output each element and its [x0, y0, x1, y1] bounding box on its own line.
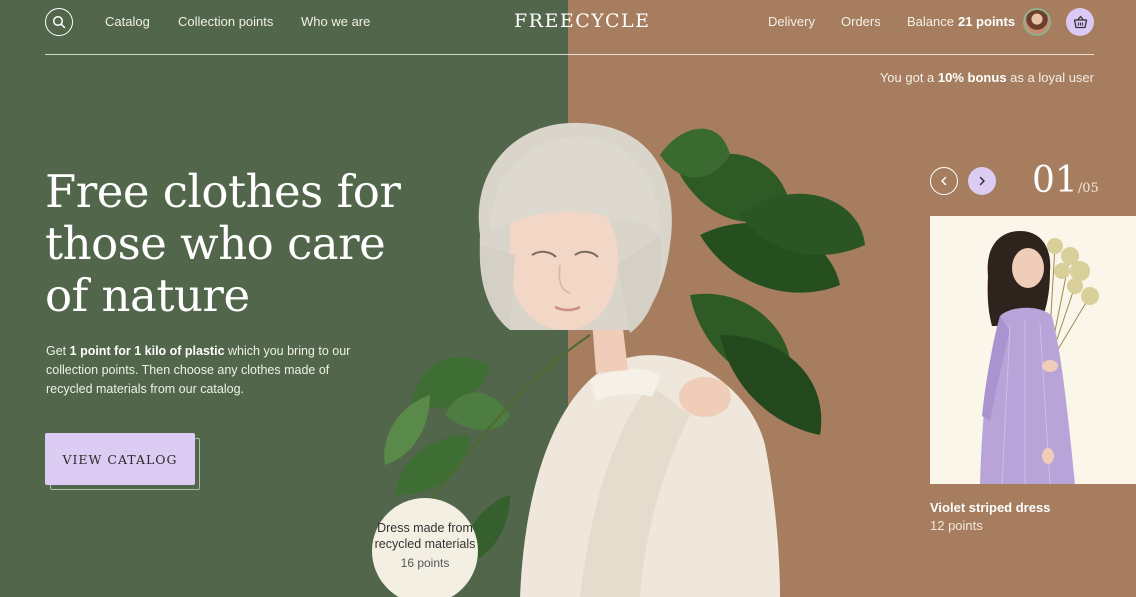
- chevron-left-icon: [941, 176, 947, 186]
- nav-link-who-we-are[interactable]: Who we are: [301, 14, 370, 29]
- product-points: 12 points: [930, 518, 983, 533]
- recycled-dress-badge: Dress made from recycled materials 16 po…: [372, 498, 478, 597]
- hero-desc-prefix: Get: [46, 344, 67, 358]
- avatar[interactable]: [1023, 8, 1051, 36]
- product-card[interactable]: [930, 216, 1136, 484]
- nav-link-catalog[interactable]: Catalog: [105, 14, 150, 29]
- nav-link-orders[interactable]: Orders: [841, 14, 881, 29]
- bonus-suffix: as a loyal user: [1010, 70, 1094, 85]
- balance-label: Balance: [907, 14, 954, 29]
- logo[interactable]: FREECYCLE: [514, 10, 651, 32]
- hero-description: Get 1 point for 1 kilo of plastic which …: [46, 342, 356, 399]
- slide-counter: 01/05: [1032, 160, 1099, 201]
- badge-title: Dress made from recycled materials: [374, 521, 476, 551]
- view-catalog-button[interactable]: VIEW CATALOG: [45, 433, 195, 485]
- search-icon: [52, 15, 66, 29]
- basket-icon: [1073, 15, 1087, 29]
- slide-current: 01: [1032, 160, 1078, 201]
- product-image: [930, 216, 1136, 484]
- nav-link-delivery[interactable]: Delivery: [768, 14, 815, 29]
- nav-link-collection-points[interactable]: Collection points: [178, 14, 273, 29]
- product-name[interactable]: Violet striped dress: [930, 500, 1050, 515]
- bonus-prefix: You got a: [879, 70, 935, 85]
- slide-total: /05: [1077, 181, 1099, 196]
- badge-points: 16 points: [400, 556, 450, 570]
- slider-prev-button[interactable]: [930, 167, 958, 195]
- hero-desc-highlight: 1 point for 1 kilo of plastic: [69, 344, 225, 358]
- slider-next-button[interactable]: [968, 167, 996, 195]
- hero-title: Free clothes for those who care of natur…: [45, 165, 401, 322]
- chevron-right-icon: [979, 176, 985, 186]
- balance-display: Balance 21 points: [907, 14, 1015, 29]
- search-button[interactable]: [45, 8, 73, 36]
- nav-divider: [45, 54, 1094, 55]
- bonus-highlight: 10% bonus: [937, 70, 1007, 85]
- top-nav: Catalog Collection points Who we are FRE…: [45, 6, 1094, 36]
- loyalty-bonus-note: You got a 10% bonus as a loyal user: [880, 70, 1094, 85]
- cart-button[interactable]: [1066, 8, 1094, 36]
- balance-value: 21 points: [957, 14, 1016, 29]
